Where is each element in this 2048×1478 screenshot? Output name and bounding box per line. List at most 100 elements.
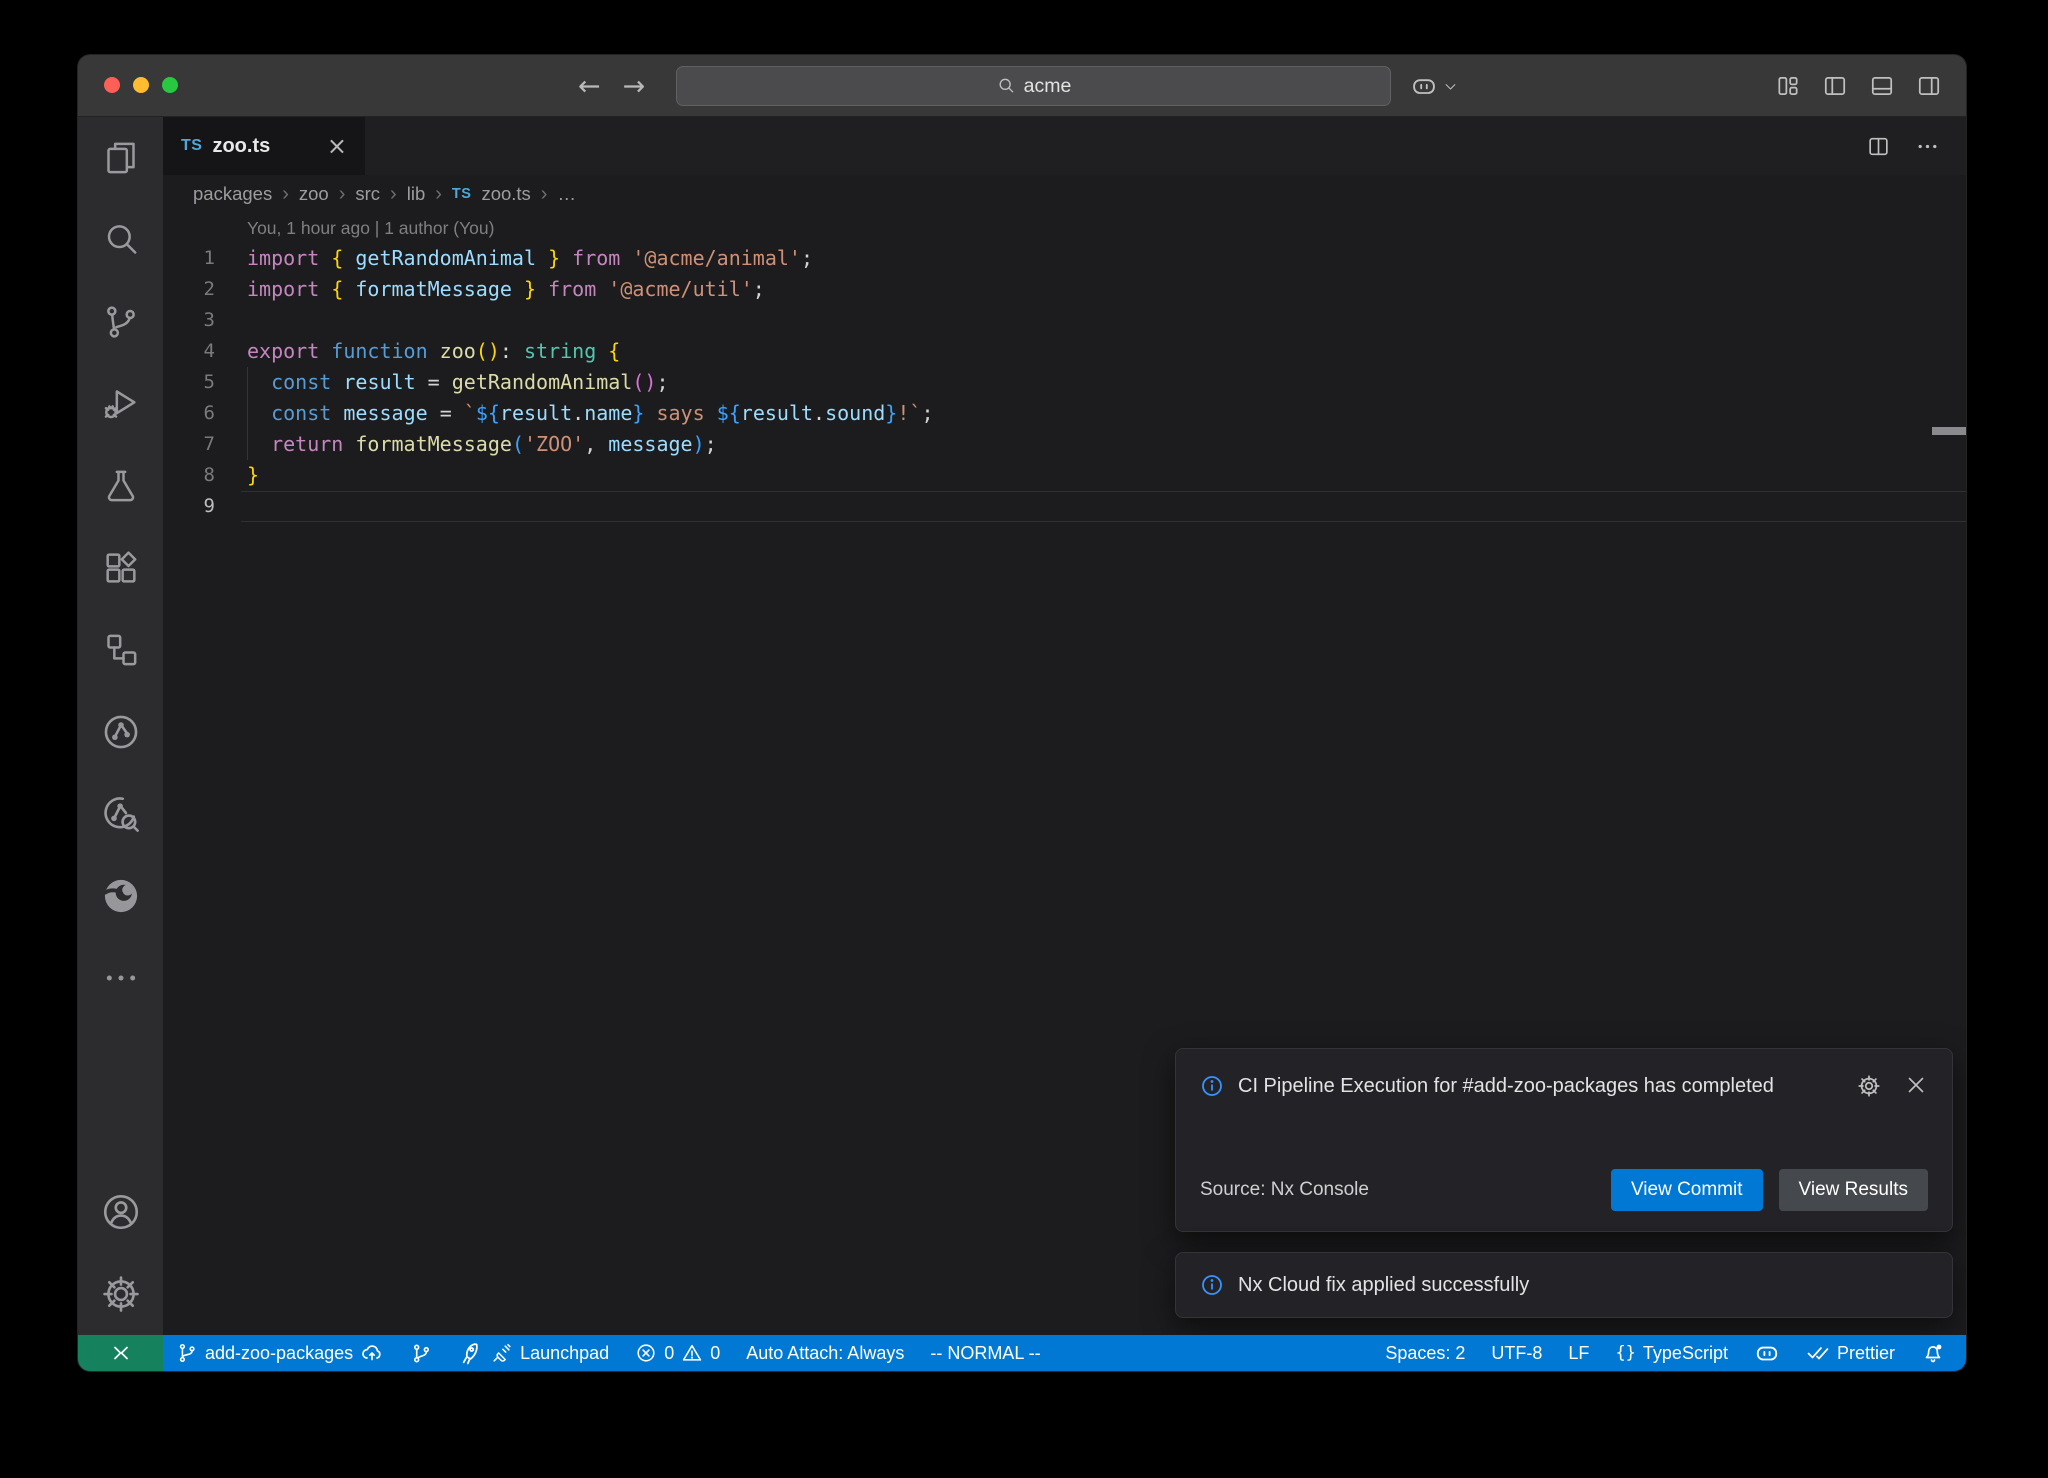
close-tab-icon[interactable]: ×	[327, 134, 347, 158]
info-icon	[1200, 1071, 1224, 1104]
traffic-lights	[104, 77, 178, 93]
copilot-menu[interactable]	[1410, 55, 1458, 117]
line-number: 9	[163, 491, 215, 522]
customize-layout-icon[interactable]	[1775, 73, 1801, 99]
vscode-window: ← → acme	[78, 55, 1966, 1371]
copilot-status[interactable]	[1741, 1335, 1793, 1371]
back-arrow-icon[interactable]: ←	[578, 71, 601, 102]
minimize-window-button[interactable]	[133, 77, 149, 93]
chevron-down-icon	[1443, 79, 1458, 94]
notification-source: Source: Nx Console	[1200, 1179, 1369, 1201]
vim-mode-status[interactable]: -- NORMAL --	[917, 1335, 1053, 1371]
accounts-icon[interactable]	[78, 1171, 163, 1253]
encoding-status[interactable]: UTF-8	[1478, 1335, 1555, 1371]
split-editor-icon[interactable]	[1866, 134, 1891, 159]
code-line: 6 const message = `${result.name} says $…	[163, 398, 1966, 429]
breadcrumb-separator: ›	[541, 183, 548, 206]
notification-close-icon[interactable]	[1904, 1073, 1928, 1102]
code-line: 4export function zoo(): string {	[163, 336, 1966, 367]
edge-tools-icon[interactable]	[78, 855, 163, 937]
activity-bar	[78, 117, 163, 1335]
breadcrumb-separator: ›	[282, 183, 289, 206]
breadcrumb-separator: ›	[339, 183, 346, 206]
breadcrumb-separator: ›	[435, 183, 442, 206]
breadcrumb-item-packages[interactable]: packages	[193, 183, 272, 205]
eol-status[interactable]: LF	[1555, 1335, 1602, 1371]
launchpad-label: Launchpad	[520, 1343, 609, 1364]
code-lines: 1import { getRandomAnimal } from '@acme/…	[163, 243, 1966, 522]
toggle-panel-icon[interactable]	[1869, 73, 1895, 99]
code-line: 7 return formatMessage('ZOO', message);	[163, 429, 1966, 460]
formatter-status[interactable]: Prettier	[1793, 1335, 1908, 1371]
title-bar: ← → acme	[78, 55, 1966, 117]
project-hierarchy-icon[interactable]	[78, 609, 163, 691]
code-line: 5 const result = getRandomAnimal();	[163, 367, 1966, 398]
breadcrumb-more[interactable]: …	[557, 183, 576, 205]
notification-message: Nx Cloud fix applied successfully	[1238, 1274, 1529, 1297]
remote-indicator[interactable]	[78, 1335, 163, 1371]
commit-graph-status[interactable]	[397, 1335, 446, 1371]
breadcrumb-item-file[interactable]: zoo.ts	[481, 183, 530, 205]
search-sidebar-icon[interactable]	[78, 199, 163, 281]
code-line: 8}	[163, 460, 1966, 491]
notification-ci-pipeline: CI Pipeline Execution for #add-zoo-packa…	[1175, 1048, 1953, 1232]
code-line: 3	[163, 305, 1966, 336]
notification-message: CI Pipeline Execution for #add-zoo-packa…	[1238, 1071, 1774, 1104]
breadcrumb-separator: ›	[390, 183, 397, 206]
git-branch-status[interactable]: add-zoo-packages	[163, 1335, 397, 1371]
typescript-file-icon: TS	[452, 186, 472, 202]
breadcrumb-item-lib[interactable]: lib	[407, 183, 426, 205]
notifications-bell[interactable]	[1908, 1335, 1958, 1371]
more-views-icon[interactable]	[78, 937, 163, 1019]
line-number: 4	[163, 336, 215, 367]
nx-console-icon[interactable]	[78, 691, 163, 773]
view-results-button[interactable]: View Results	[1779, 1169, 1928, 1211]
problems-status[interactable]: 0 0	[622, 1335, 733, 1371]
testing-icon[interactable]	[78, 445, 163, 527]
breadcrumb-item-zoo[interactable]: zoo	[299, 183, 329, 205]
language-status[interactable]: {} TypeScript	[1602, 1335, 1741, 1371]
branch-name: add-zoo-packages	[205, 1343, 353, 1364]
line-number: 6	[163, 398, 215, 429]
editor-tab-bar: TS zoo.ts ×	[163, 117, 1966, 175]
auto-attach-status[interactable]: Auto Attach: Always	[733, 1335, 917, 1371]
search-icon	[996, 76, 1016, 96]
close-window-button[interactable]	[104, 77, 120, 93]
line-number: 5	[163, 367, 215, 398]
explorer-icon[interactable]	[78, 117, 163, 199]
source-control-icon[interactable]	[78, 281, 163, 363]
forward-arrow-icon[interactable]: →	[623, 71, 646, 102]
breadcrumb-item-src[interactable]: src	[355, 183, 380, 205]
line-number: 3	[163, 305, 215, 336]
nx-cloud-icon[interactable]	[78, 773, 163, 855]
indentation-status[interactable]: Spaces: 2	[1372, 1335, 1478, 1371]
code-line: 1import { getRandomAnimal } from '@acme/…	[163, 243, 1966, 274]
tab-label: zoo.ts	[212, 135, 270, 158]
command-center-search[interactable]: acme	[676, 66, 1391, 106]
toggle-primary-sidebar-icon[interactable]	[1822, 73, 1848, 99]
line-number: 7	[163, 429, 215, 460]
toggle-secondary-sidebar-icon[interactable]	[1916, 73, 1942, 99]
breadcrumb: packages › zoo › src › lib › TS zoo.ts ›…	[163, 175, 1966, 213]
warning-count: 0	[710, 1343, 720, 1364]
more-actions-icon[interactable]	[1915, 134, 1940, 159]
screen: ← → acme	[0, 0, 2048, 1478]
copilot-icon	[1410, 72, 1438, 100]
launchpad-status[interactable]: Launchpad	[446, 1335, 622, 1371]
notification-settings-gear-icon[interactable]	[1856, 1073, 1882, 1104]
code-line: 2import { formatMessage } from '@acme/ut…	[163, 274, 1966, 305]
view-commit-button[interactable]: View Commit	[1611, 1169, 1763, 1211]
code-line: 9	[163, 491, 1966, 522]
run-and-debug-icon[interactable]	[78, 363, 163, 445]
zoom-window-button[interactable]	[162, 77, 178, 93]
braces-icon: {}	[1615, 1343, 1635, 1363]
overview-ruler-mark	[1932, 427, 1966, 435]
info-icon	[1200, 1273, 1224, 1297]
tab-zoo-ts[interactable]: TS zoo.ts ×	[163, 117, 365, 175]
status-bar: add-zoo-packages Launchpad 0 0	[78, 1335, 1966, 1371]
gitlens-blame-annotation: You, 1 hour ago | 1 author (You)	[163, 213, 1966, 243]
error-count: 0	[664, 1343, 674, 1364]
settings-gear-icon[interactable]	[78, 1253, 163, 1335]
typescript-file-icon: TS	[181, 137, 202, 155]
extensions-icon[interactable]	[78, 527, 163, 609]
